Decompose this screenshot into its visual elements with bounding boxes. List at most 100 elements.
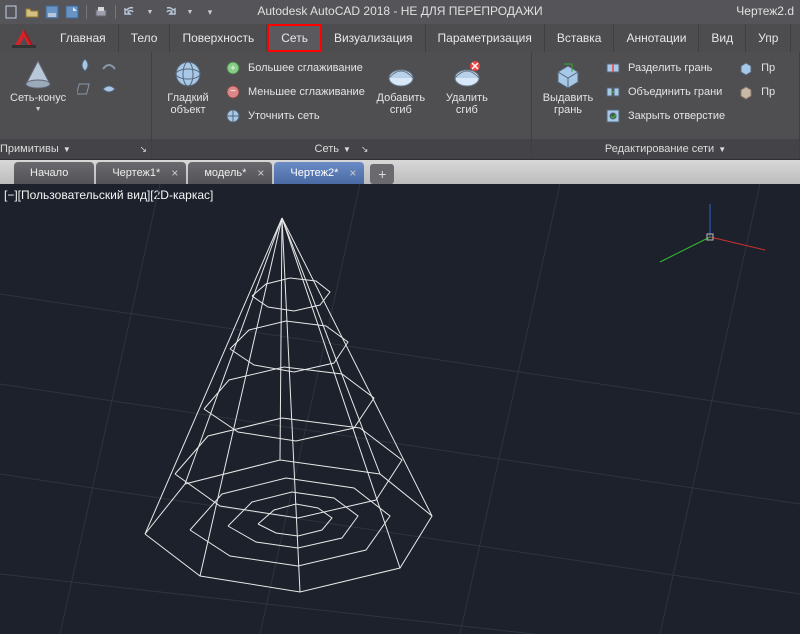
doc-tab-label: Начало — [30, 167, 68, 179]
edge-surface-icon[interactable] — [100, 80, 118, 98]
doc-tab-model[interactable]: модель* × — [188, 162, 272, 184]
refine-icon — [224, 107, 242, 125]
separator — [115, 5, 116, 19]
panel-expand-icon: ▼ — [63, 145, 71, 154]
extrude-face-button[interactable]: Выдавить грань — [538, 56, 598, 118]
merge-face-button[interactable]: Объединить грани — [604, 82, 725, 102]
doc-tab-drawing2[interactable]: Чертеж2* × — [274, 162, 364, 184]
remove-crease-button[interactable]: Удалить сгиб — [437, 56, 497, 118]
remove-crease-icon — [451, 58, 483, 90]
cube-icon — [737, 59, 755, 77]
tabulated-surface-icon[interactable] — [76, 80, 94, 98]
panel-title-label: Примитивы — [0, 143, 59, 155]
close-hole-icon — [604, 107, 622, 125]
panel-launcher-icon[interactable]: ↘ — [361, 144, 369, 155]
panel-title-mesh[interactable]: Сеть ▼ ↘ — [152, 139, 531, 159]
pr-button-2[interactable]: Пр — [737, 82, 775, 102]
sphere-smooth-icon — [172, 58, 204, 90]
mesh-cone-label: Сеть-конус — [10, 92, 66, 104]
quick-access-toolbar: ▼ ▼ ▾ Autodesk AutoCAD 2018 - НЕ ДЛЯ ПЕР… — [0, 0, 800, 24]
close-hole-button[interactable]: Закрыть отверстие — [604, 106, 725, 126]
add-crease-icon — [385, 58, 417, 90]
panel-title-primitives[interactable]: Примитивы ▼ ↘ — [0, 139, 151, 159]
panel-primitives: Сеть-конус ▼ Примитивы ▼ ↘ — [0, 52, 152, 159]
ribbon: Сеть-конус ▼ Примитивы ▼ ↘ Гладкий объек… — [0, 52, 800, 160]
open-icon[interactable] — [24, 4, 40, 20]
pr-list: Пр Пр — [731, 56, 775, 102]
less-smooth-button[interactable]: − Меньшее сглаживание — [224, 82, 365, 102]
doc-tab-label: Чертеж1* — [112, 167, 160, 179]
tab-manage[interactable]: Упр — [746, 24, 791, 52]
pr-label: Пр — [761, 86, 775, 98]
cube-icon — [737, 83, 755, 101]
split-face-button[interactable]: Разделить грань — [604, 58, 725, 78]
doc-tab-start[interactable]: Начало — [14, 162, 94, 184]
dropdown-icon[interactable]: ▼ — [142, 4, 158, 20]
extrude-face-label: Выдавить грань — [543, 92, 594, 116]
tab-solid[interactable]: Тело — [119, 24, 171, 52]
doc-tab-label: Чертеж2* — [290, 167, 338, 179]
tab-parametric[interactable]: Параметризация — [426, 24, 545, 52]
new-tab-button[interactable]: + — [370, 164, 394, 184]
mesh-cone-button[interactable]: Сеть-конус ▼ — [6, 56, 70, 115]
merge-face-label: Объединить грани — [628, 86, 722, 98]
add-crease-label: Добавить сгиб — [377, 92, 426, 116]
svg-text:+: + — [230, 63, 235, 73]
remove-crease-label: Удалить сгиб — [446, 92, 488, 116]
tab-mesh[interactable]: Сеть — [267, 24, 322, 52]
tab-home[interactable]: Главная — [48, 24, 119, 52]
smoothing-list: + Большее сглаживание − Меньшее сглажива… — [224, 56, 365, 126]
close-icon[interactable]: × — [349, 166, 356, 180]
doc-tab-drawing1[interactable]: Чертеж1* × — [96, 162, 186, 184]
tab-surface[interactable]: Поверхность — [170, 24, 267, 52]
extrude-face-icon — [552, 58, 584, 90]
smooth-object-button[interactable]: Гладкий объект — [158, 56, 218, 118]
pr-button-1[interactable]: Пр — [737, 58, 775, 78]
add-crease-button[interactable]: Добавить сгиб — [371, 56, 431, 118]
tab-visualize[interactable]: Визуализация — [322, 24, 426, 52]
undo-icon[interactable] — [122, 4, 138, 20]
split-face-label: Разделить грань — [628, 62, 712, 74]
qat-expand-icon[interactable]: ▾ — [202, 4, 218, 20]
document-tabs: Начало Чертеж1* × модель* × Чертеж2* × + — [0, 160, 800, 184]
viewport[interactable]: [−][Пользовательский вид][2D-каркас] — [0, 184, 800, 634]
doc-tab-label: модель* — [204, 167, 246, 179]
ruled-surface-icon[interactable] — [100, 56, 118, 74]
redo-icon[interactable] — [162, 4, 178, 20]
menu-tabs: Главная Тело Поверхность Сеть Визуализац… — [0, 24, 800, 52]
refine-mesh-button[interactable]: Уточнить сеть — [224, 106, 365, 126]
face-ops-list: Разделить грань Объединить грани Закрыть… — [604, 56, 725, 126]
new-icon[interactable] — [4, 4, 20, 20]
tab-annotate[interactable]: Аннотации — [614, 24, 699, 52]
less-smooth-label: Меньшее сглаживание — [248, 86, 365, 98]
save-icon[interactable] — [44, 4, 60, 20]
smooth-object-label: Гладкий объект — [167, 92, 208, 116]
app-menu-button[interactable] — [0, 24, 48, 52]
split-face-icon — [604, 59, 622, 77]
primitive-small-grid — [76, 56, 120, 100]
tab-view[interactable]: Вид — [699, 24, 746, 52]
dropdown-icon[interactable]: ▼ — [182, 4, 198, 20]
panel-expand-icon: ▼ — [343, 145, 351, 154]
smooth-less-icon: − — [224, 83, 242, 101]
close-hole-label: Закрыть отверстие — [628, 110, 725, 122]
more-smooth-label: Большее сглаживание — [248, 62, 363, 74]
panel-title-mesh-edit[interactable]: Редактирование сети ▼ — [532, 139, 799, 159]
doc-title: Чертеж2.d — [736, 4, 794, 18]
svg-text:−: − — [230, 86, 236, 97]
saveas-icon[interactable] — [64, 4, 80, 20]
more-smooth-button[interactable]: + Большее сглаживание — [224, 58, 365, 78]
separator — [86, 5, 87, 19]
revolved-surface-icon[interactable] — [76, 56, 94, 74]
print-icon[interactable] — [93, 4, 109, 20]
close-icon[interactable]: × — [171, 166, 178, 180]
panel-mesh-edit: Выдавить грань Разделить грань Объединит… — [532, 52, 800, 159]
pr-label: Пр — [761, 62, 775, 74]
panel-launcher-icon[interactable]: ↘ — [139, 144, 151, 155]
close-icon[interactable]: × — [257, 166, 264, 180]
tab-insert[interactable]: Вставка — [545, 24, 615, 52]
app-title: Autodesk AutoCAD 2018 - НЕ ДЛЯ ПЕРЕПРОДА… — [257, 4, 542, 18]
smooth-more-icon: + — [224, 59, 242, 77]
merge-face-icon — [604, 83, 622, 101]
panel-title-label: Редактирование сети — [605, 143, 714, 155]
